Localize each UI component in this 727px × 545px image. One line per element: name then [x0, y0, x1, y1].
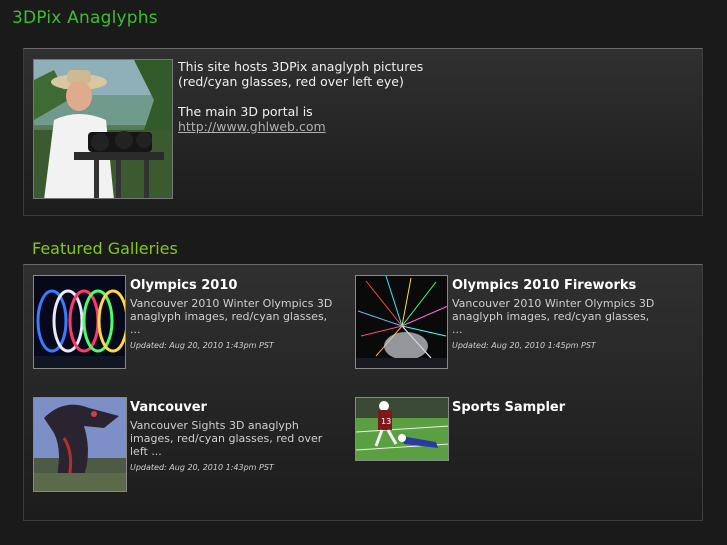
- intro-panel: This site hosts 3DPix anaglyph pictures …: [23, 48, 703, 216]
- gallery-item-sports-sampler[interactable]: 13 Sports Sampler: [355, 397, 675, 507]
- sports-thumbnail[interactable]: 13: [355, 397, 449, 461]
- gallery-title[interactable]: Olympics 2010: [130, 278, 340, 293]
- gallery-item-olympics-2010-fireworks[interactable]: Olympics 2010 Fireworks Vancouver 2010 W…: [355, 275, 675, 385]
- featured-galleries-panel: Olympics 2010 Vancouver 2010 Winter Olym…: [23, 264, 703, 521]
- featured-galleries-heading: Featured Galleries: [32, 239, 178, 258]
- gallery-item-olympics-2010[interactable]: Olympics 2010 Vancouver 2010 Winter Olym…: [33, 275, 353, 385]
- gallery-item-vancouver[interactable]: Vancouver Vancouver Sights 3D anaglyph i…: [33, 397, 353, 507]
- intro-text: This site hosts 3DPix anaglyph pictures …: [178, 59, 478, 149]
- portal-text: The main 3D portal is: [178, 104, 313, 119]
- gallery-description: Vancouver 2010 Winter Olympics 3D anagly…: [452, 297, 655, 336]
- vancouver-thumbnail[interactable]: [33, 397, 127, 492]
- gallery-title[interactable]: Olympics 2010 Fireworks: [452, 278, 662, 293]
- intro-line-1: This site hosts 3DPix anaglyph pictures: [178, 59, 424, 74]
- intro-line-2: (red/cyan glasses, red over left eye): [178, 74, 404, 89]
- olympics-rings-thumbnail[interactable]: [33, 275, 126, 369]
- gallery-updated: Updated: Aug 20, 2010 1:43pm PST: [130, 341, 274, 350]
- gallery-updated: Updated: Aug 20, 2010 1:45pm PST: [452, 341, 596, 350]
- fireworks-thumbnail[interactable]: [355, 275, 448, 369]
- site-title[interactable]: 3DPix Anaglyphs: [12, 8, 158, 28]
- svg-text:13: 13: [381, 417, 391, 426]
- gallery-updated: Updated: Aug 20, 2010 1:43pm PST: [130, 463, 274, 472]
- photographer-portrait: [33, 59, 173, 199]
- portal-link[interactable]: http://www.ghlweb.com: [178, 119, 326, 134]
- gallery-title[interactable]: Sports Sampler: [452, 400, 662, 415]
- gallery-title[interactable]: Vancouver: [130, 400, 340, 415]
- gallery-description: Vancouver 2010 Winter Olympics 3D anagly…: [130, 297, 333, 336]
- gallery-description: Vancouver Sights 3D anaglyph images, red…: [130, 419, 323, 458]
